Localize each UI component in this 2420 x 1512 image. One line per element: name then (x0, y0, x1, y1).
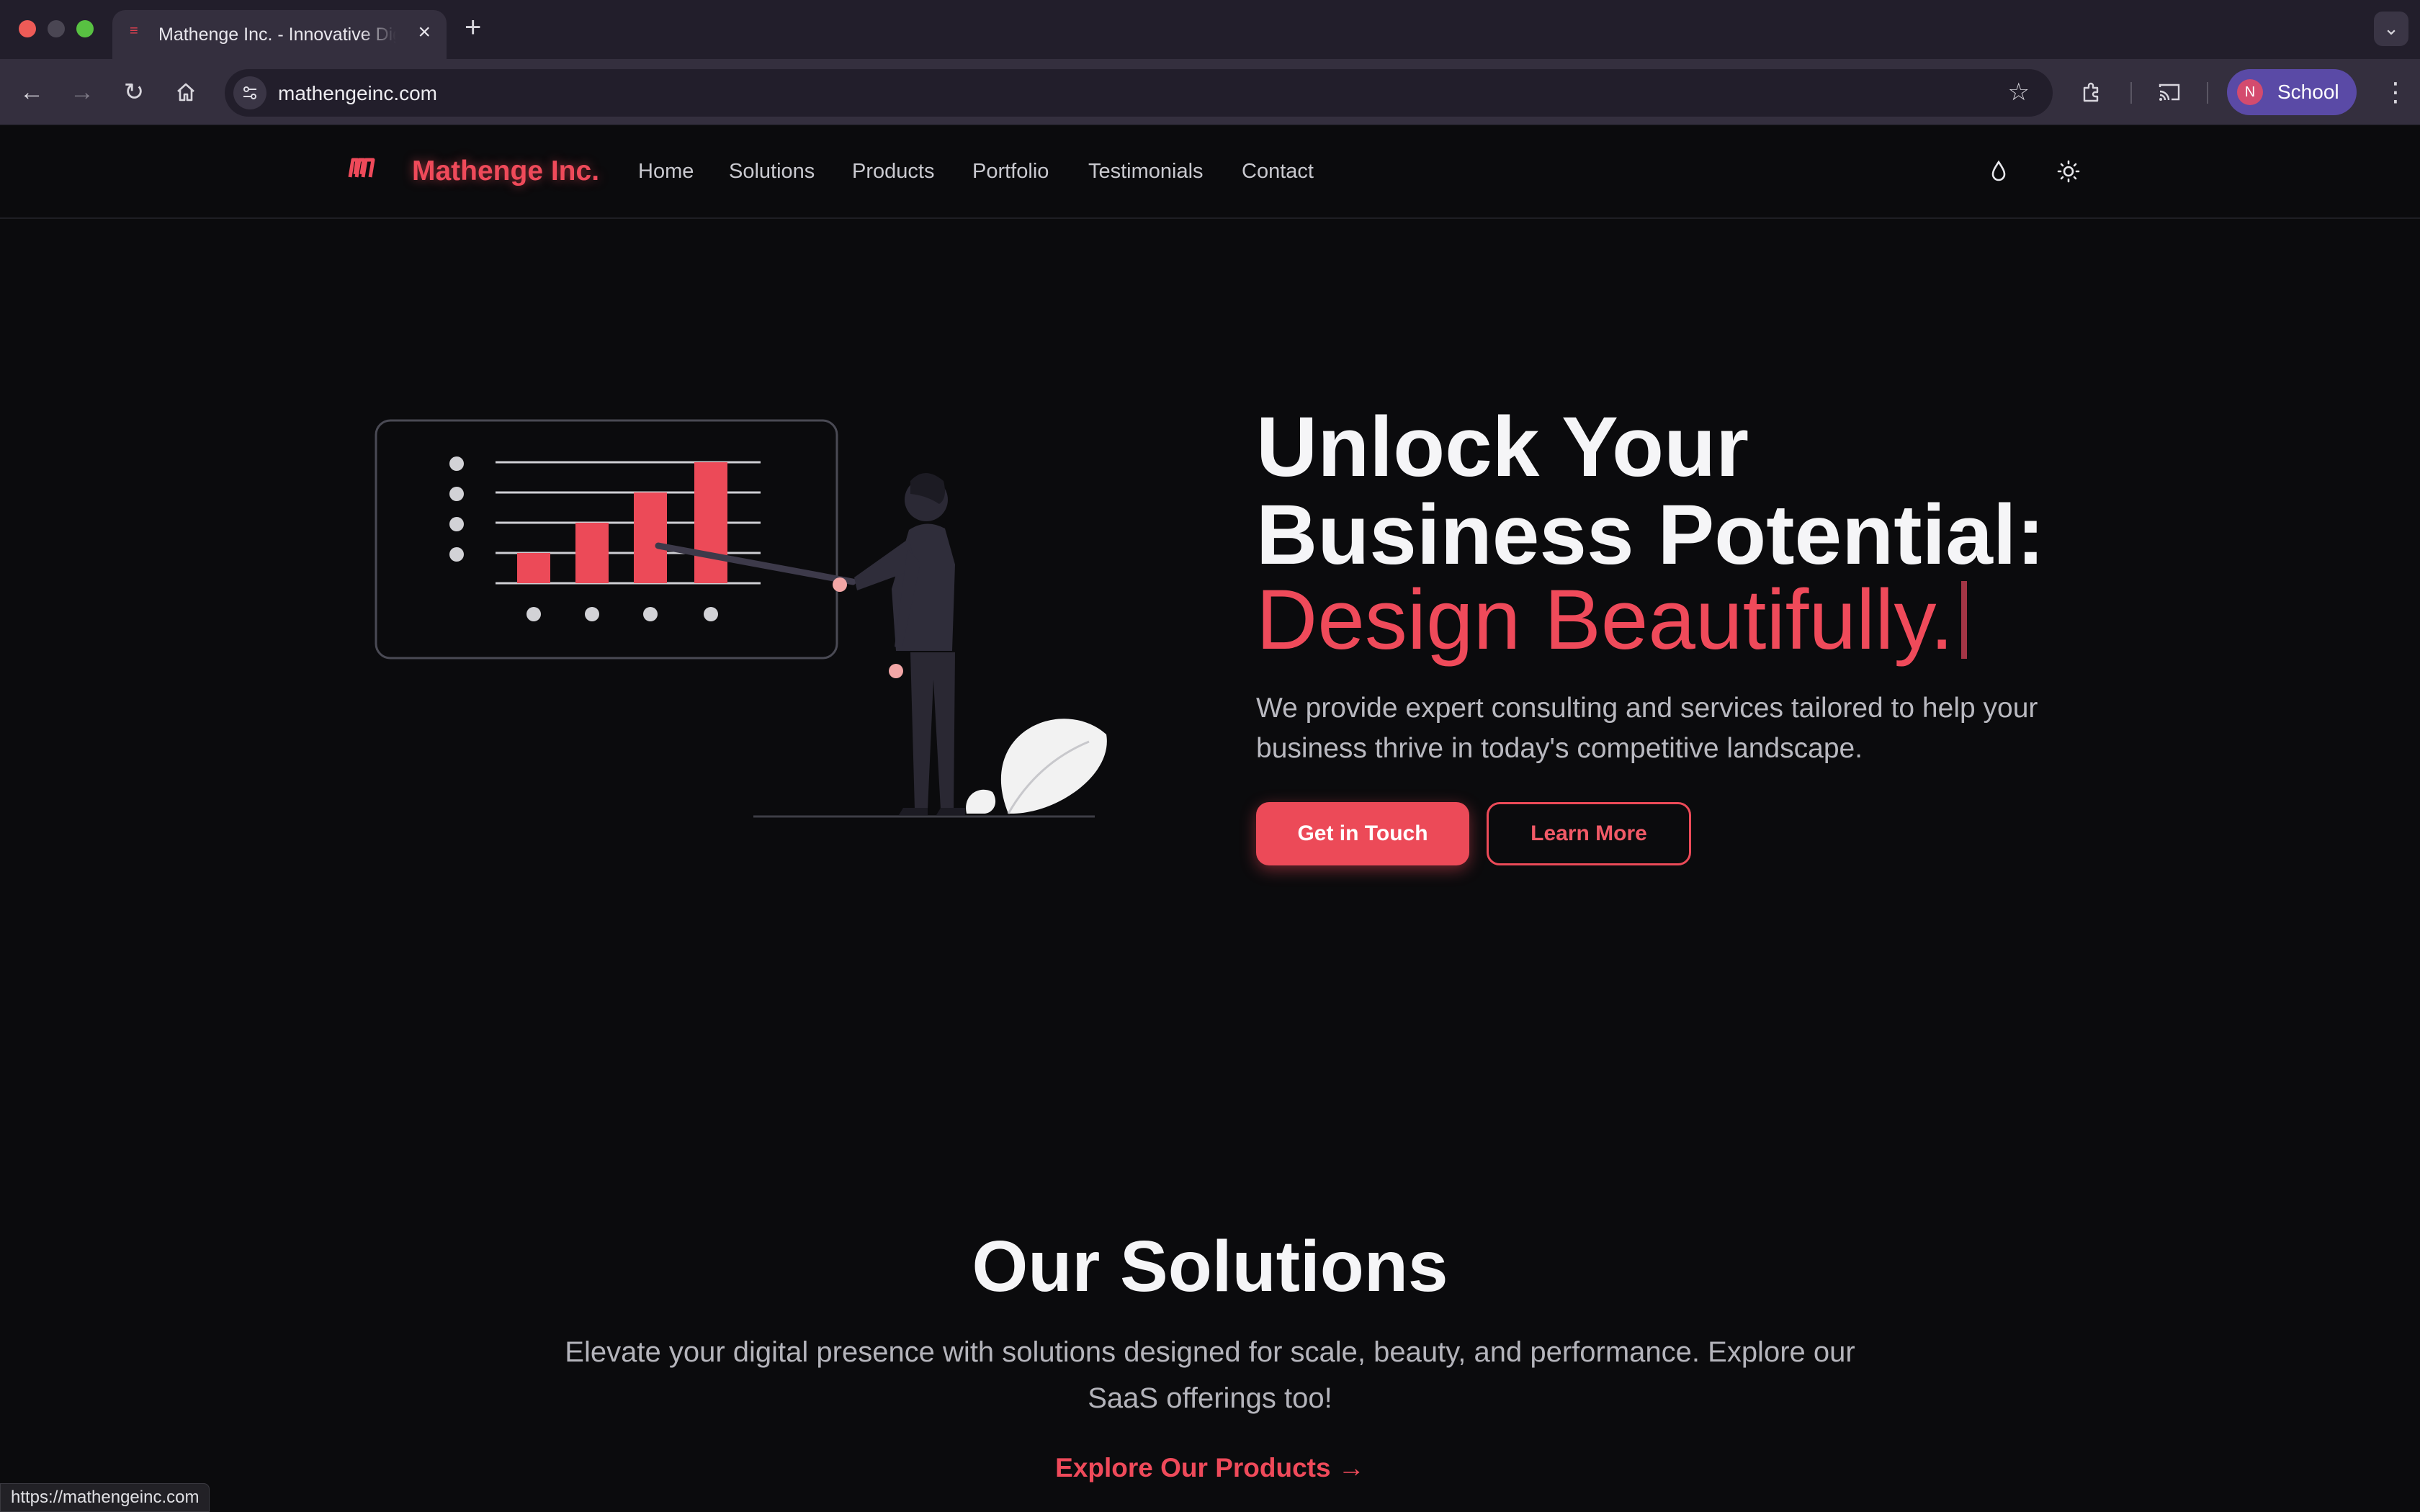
tab-title: Mathenge Inc. - Innovative Digital Solut… (158, 24, 396, 45)
kebab-menu-icon[interactable]: ⋮ (2381, 75, 2410, 109)
explore-products-link[interactable]: Explore Our Products → (0, 1453, 2420, 1483)
solutions-title: Our Solutions (972, 1226, 1448, 1307)
presenter-figure (833, 473, 965, 815)
minimize-window-button[interactable] (48, 20, 65, 37)
url-text[interactable]: mathengeinc.com (278, 82, 437, 105)
nav-home[interactable]: Home (638, 160, 694, 184)
maximize-window-button[interactable] (76, 20, 94, 37)
cast-icon[interactable] (2152, 75, 2187, 109)
back-arrow-icon[interactable]: ← (14, 75, 49, 109)
hero-illustration (375, 419, 1107, 818)
reload-icon[interactable]: ↻ (117, 75, 151, 109)
hero-accent-line: Design Beautifully. (1256, 576, 1967, 664)
toolbar-divider (2130, 82, 2132, 104)
close-icon[interactable]: × (418, 22, 431, 43)
browser-tab-bar: ≡ Mathenge Inc. - Innovative Digital Sol… (0, 0, 2420, 59)
nav-contact[interactable]: Contact (1242, 160, 1314, 184)
board-bullets (449, 456, 464, 562)
status-url-bubble: https://mathengeinc.com (0, 1483, 210, 1512)
star-icon[interactable]: ☆ (2008, 78, 2030, 107)
forward-arrow-icon[interactable]: → (65, 75, 99, 109)
home-icon[interactable] (169, 75, 203, 109)
browser-tab[interactable]: ≡ Mathenge Inc. - Innovative Digital Sol… (112, 10, 447, 59)
hero-title-line-1: Unlock Your (1256, 400, 1749, 495)
solutions-description: Elevate your digital presence with solut… (565, 1336, 1855, 1414)
logo-icon[interactable] (346, 154, 377, 183)
nav-portfolio[interactable]: Portfolio (972, 160, 1049, 184)
chart-x-dots (526, 607, 718, 621)
typing-caret (1960, 581, 1967, 659)
get-in-touch-button[interactable]: Get in Touch (1256, 802, 1469, 865)
hero-accent-text: Design Beautifully. (1256, 572, 1954, 667)
site-header: Mathenge Inc. Home Solutions Products Po… (0, 125, 2420, 219)
plus-icon[interactable]: + (465, 13, 481, 42)
avatar: N (2237, 79, 2263, 105)
site-settings-icon[interactable] (233, 76, 266, 109)
brand-name[interactable]: Mathenge Inc. (412, 156, 599, 187)
browser-toolbar: ← → ↻ mathengeinc.com ☆ N School (0, 59, 2420, 125)
chevron-down-icon[interactable]: ⌄ (2374, 12, 2408, 46)
profile-name: School (2277, 81, 2339, 103)
close-window-button[interactable] (19, 20, 36, 37)
leaf-plant (966, 719, 1107, 814)
toolbar-divider (2207, 82, 2208, 104)
address-bar[interactable]: mathengeinc.com ☆ (225, 69, 2053, 117)
sun-icon[interactable] (2054, 157, 2083, 186)
nav-products[interactable]: Products (852, 160, 934, 184)
learn-more-button[interactable]: Learn More (1487, 802, 1691, 865)
hero-title-line-2: Business Potential: (1256, 487, 2045, 582)
drop-icon[interactable] (1984, 157, 2013, 186)
favicon-icon: ≡ (130, 23, 138, 39)
profile-chip[interactable]: N School (2227, 69, 2357, 115)
hero-description: We provide expert consulting and service… (1256, 693, 2038, 764)
pointer-stick (655, 542, 856, 585)
nav-testimonials[interactable]: Testimonials (1088, 160, 1204, 184)
nav-solutions[interactable]: Solutions (729, 160, 815, 184)
hero-title: Unlock Your Business Potential: (1256, 403, 2149, 579)
extensions-icon[interactable] (2074, 75, 2109, 109)
